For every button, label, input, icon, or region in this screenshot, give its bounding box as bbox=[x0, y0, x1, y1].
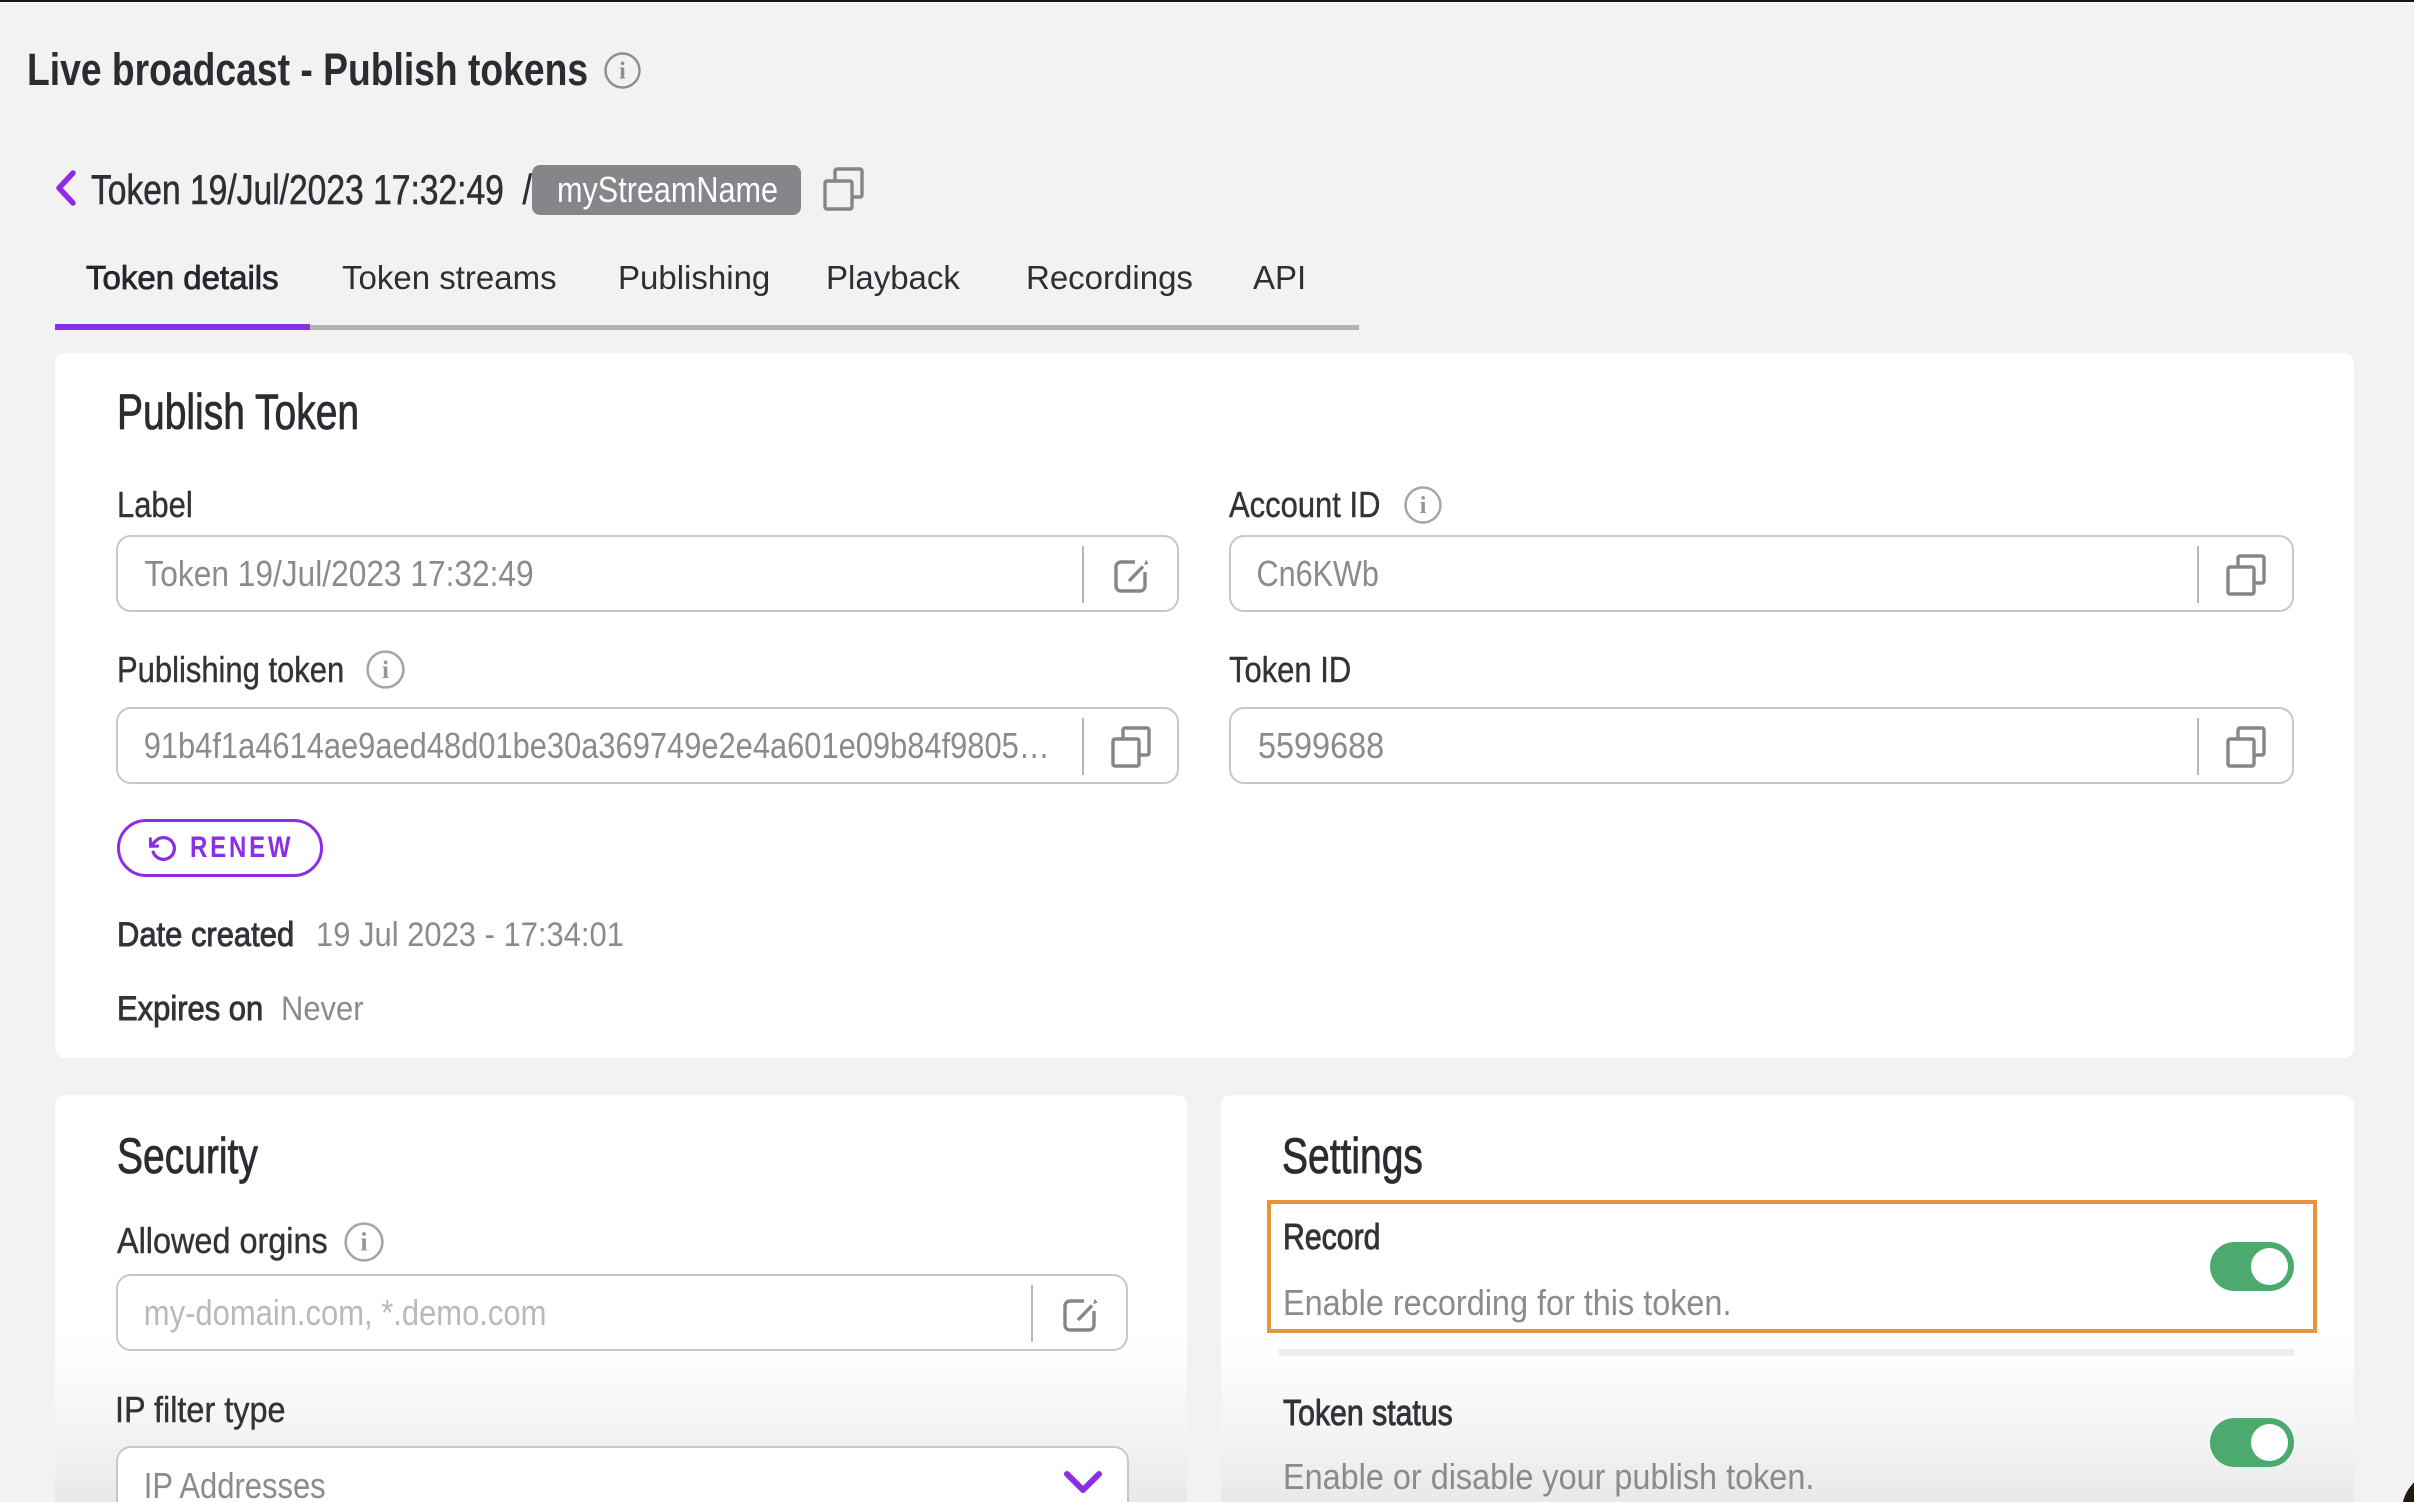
svg-text:i: i bbox=[619, 59, 626, 85]
svg-text:i: i bbox=[382, 656, 389, 684]
svg-text:i: i bbox=[1420, 492, 1427, 519]
svg-text:i: i bbox=[360, 1228, 367, 1257]
